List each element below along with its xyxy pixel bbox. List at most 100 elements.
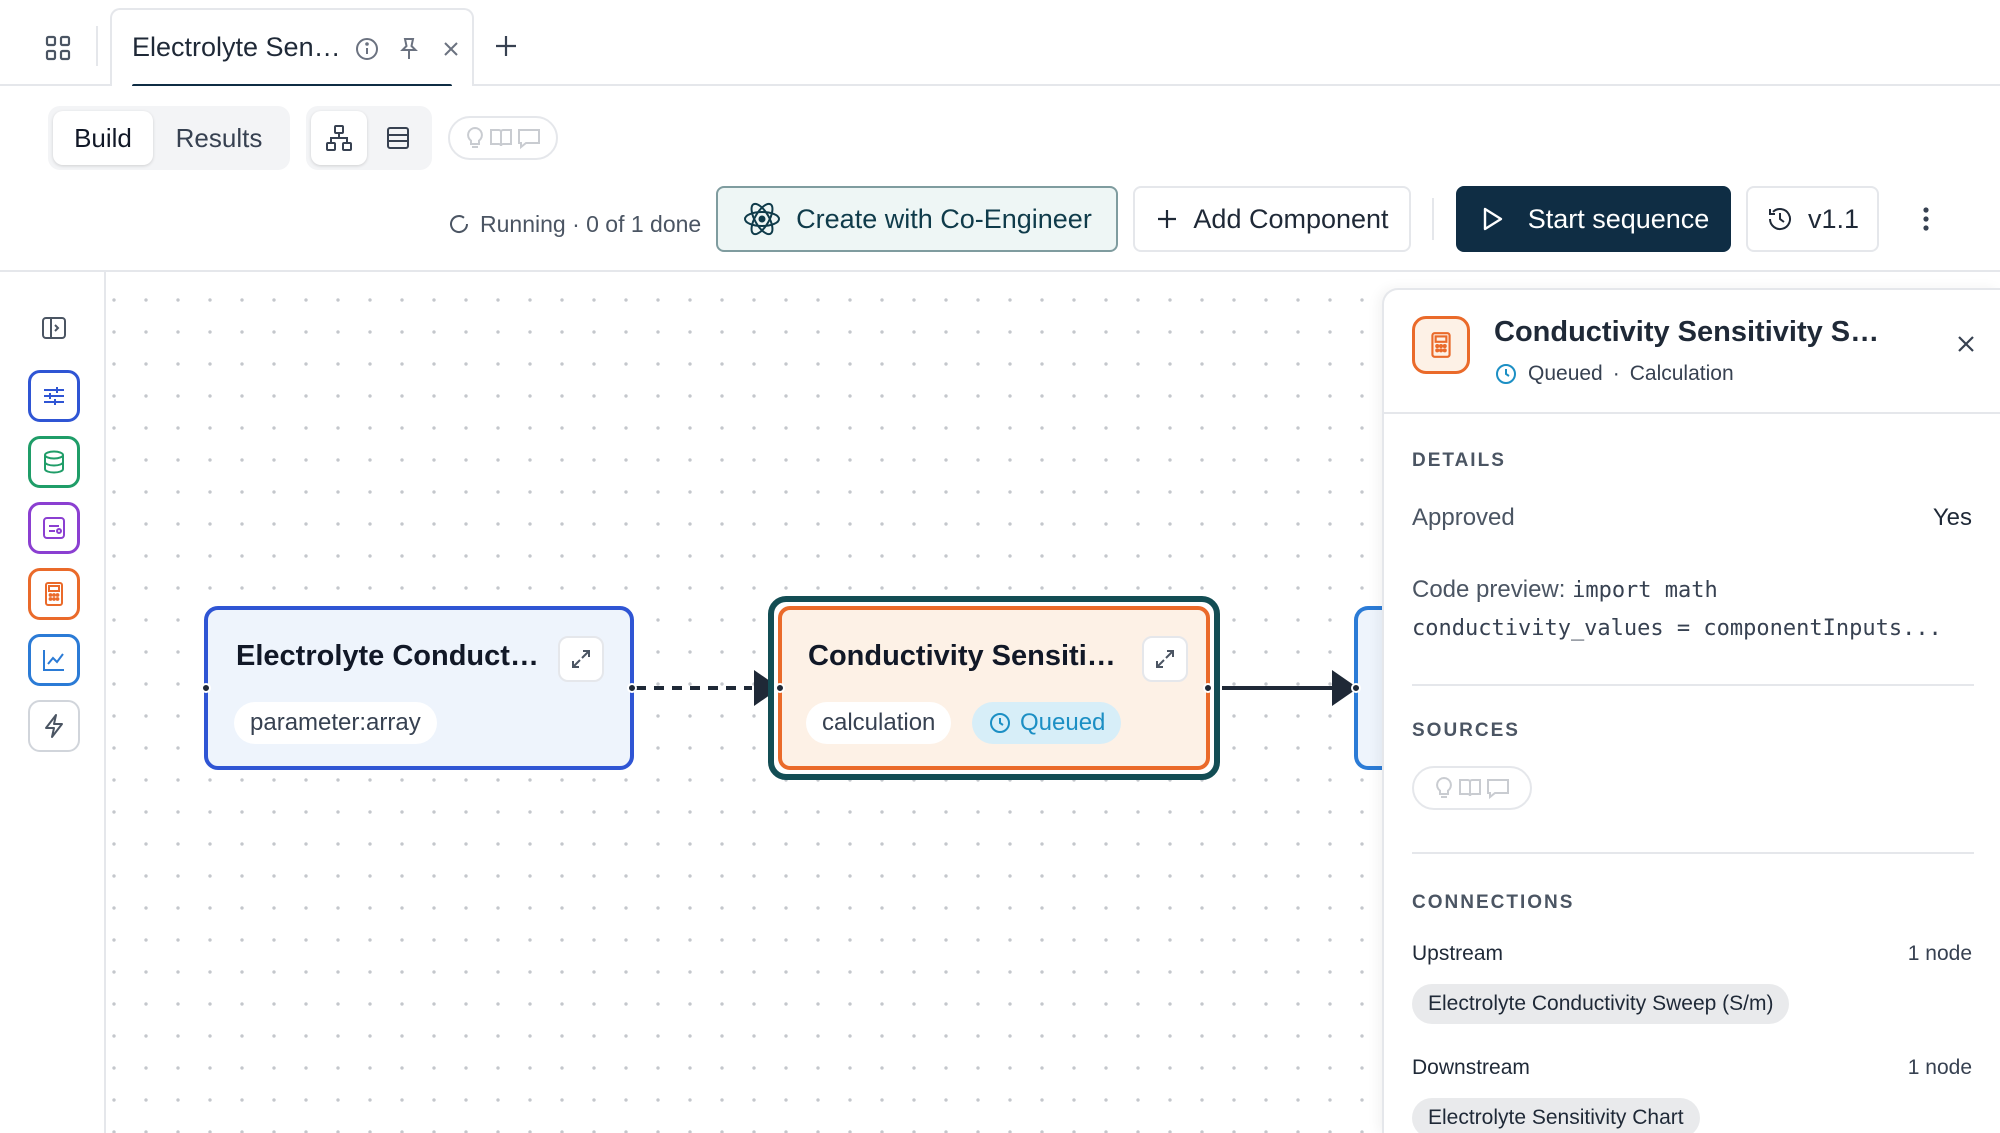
info-icon[interactable] — [352, 34, 382, 64]
node-type-tag: parameter:array — [234, 702, 437, 744]
model-icon — [43, 517, 65, 539]
atom-icon — [744, 202, 781, 236]
book-icon — [1459, 779, 1481, 797]
code-preview-label: Code preview: — [1412, 576, 1573, 603]
input-handle[interactable] — [775, 683, 785, 693]
history-icon — [1768, 208, 1791, 231]
panel-header: Conductivity Sensitivity S… Queued · Cal… — [1384, 290, 2000, 414]
input-handle[interactable] — [201, 683, 211, 693]
toolbar: Build Results Running · 0 of 1 done Crea… — [0, 86, 2000, 272]
approved-label: Approved — [1412, 504, 1515, 531]
divider — [1412, 684, 1974, 686]
model-tool-button[interactable] — [28, 502, 80, 554]
lightbulb-icon — [467, 126, 483, 148]
sidebar-toggle-icon[interactable] — [38, 312, 70, 344]
toolbar-divider — [1432, 198, 1434, 240]
node-type-tag: calculation — [806, 702, 952, 744]
close-tab-icon[interactable] — [436, 34, 466, 64]
results-mode-button[interactable]: Results — [156, 111, 282, 165]
coengineer-label: Create with Co-Engineer — [796, 203, 1092, 234]
apps-grid-icon[interactable] — [40, 30, 76, 66]
version-history-button[interactable]: v1.1 — [1746, 186, 1879, 252]
more-options-icon[interactable] — [1906, 186, 1946, 252]
expand-icon[interactable] — [558, 636, 604, 682]
downstream-count: 1 node — [1907, 1056, 1972, 1079]
downstream-label: Downstream — [1412, 1056, 1530, 1079]
panel-title: Conductivity Sensitivity S… — [1494, 316, 1880, 348]
mode-switch: Build Results — [48, 106, 290, 170]
panel-type: Calculation — [1629, 362, 1734, 385]
add-tab-button[interactable] — [488, 28, 524, 64]
run-status: Running · 0 of 1 done — [448, 204, 701, 244]
status-badge-text: Queued — [1020, 709, 1106, 736]
sources-pill[interactable] — [1412, 766, 1532, 810]
details-heading: DETAILS — [1412, 450, 1506, 471]
create-with-coengineer-button[interactable]: Create with Co-Engineer — [716, 186, 1118, 252]
view-switch — [306, 106, 432, 170]
version-label: v1.1 — [1807, 203, 1860, 234]
code-line-2: conductivity_values = componentInputs... — [1412, 616, 1942, 641]
calculation-node-body: Conductivity Sensiti… calculation Queued — [775, 606, 1213, 770]
calculation-tool-button[interactable] — [28, 568, 80, 620]
output-handle[interactable] — [627, 683, 637, 693]
clock-icon — [1496, 364, 1516, 384]
trigger-tool-button[interactable] — [28, 700, 80, 752]
comment-icon — [518, 129, 540, 150]
calculation-node[interactable]: Conductivity Sensiti… calculation Queued — [768, 596, 1220, 780]
start-sequence-button[interactable]: Start sequence — [1456, 186, 1731, 252]
tab-title: Electrolyte Sen… — [132, 32, 341, 62]
data-tool-button[interactable] — [28, 436, 80, 488]
upstream-node-chip[interactable]: Electrolyte Conductivity Sweep (S/m) — [1412, 984, 1790, 1024]
parameter-tool-button[interactable] — [28, 370, 80, 422]
start-sequence-label: Start sequence — [1527, 203, 1710, 234]
divider — [1412, 852, 1974, 854]
add-component-button[interactable]: Add Component — [1133, 186, 1411, 252]
graph-view-button[interactable] — [311, 111, 367, 165]
sources-heading: SOURCES — [1412, 720, 1520, 741]
sliders-icon — [44, 387, 64, 405]
tab-electrolyte[interactable]: Electrolyte Sen… — [110, 8, 474, 88]
hints-pill[interactable] — [448, 116, 558, 160]
status-badge: Queued — [972, 702, 1122, 744]
spinner-icon — [450, 215, 469, 233]
calculator-icon — [45, 582, 63, 606]
approved-value: Yes — [1932, 504, 1972, 531]
node-title: Electrolyte Conduct… — [236, 640, 539, 672]
calculator-icon — [1412, 316, 1470, 374]
run-status-text: Running · 0 of 1 done — [480, 210, 702, 237]
close-panel-icon[interactable] — [1948, 326, 1984, 362]
build-mode-button[interactable]: Build — [53, 111, 153, 165]
add-component-label: Add Component — [1193, 203, 1389, 234]
tab-bar: Electrolyte Sen… — [0, 0, 2000, 88]
input-handle[interactable] — [1351, 683, 1361, 693]
component-rail — [0, 272, 106, 1133]
clock-icon — [990, 713, 1010, 733]
node-title: Conductivity Sensiti… — [808, 640, 1116, 672]
upstream-count: 1 node — [1907, 942, 1972, 965]
chart-tool-button[interactable] — [28, 634, 80, 686]
play-icon — [1483, 207, 1502, 231]
panel-subtitle-separator: · — [1612, 362, 1620, 385]
plus-icon — [1158, 210, 1177, 228]
connections-heading: CONNECTIONS — [1412, 892, 1575, 913]
comment-icon — [1487, 779, 1509, 800]
code-preview: Code preview: import math — [1412, 576, 1718, 604]
database-icon — [44, 450, 64, 474]
lightning-icon — [45, 714, 63, 738]
panel-status: Queued — [1528, 362, 1603, 385]
tab-divider — [96, 26, 98, 66]
upstream-label: Upstream — [1412, 942, 1504, 965]
table-icon — [387, 127, 409, 149]
code-line-1: import math — [1572, 578, 1718, 603]
output-handle[interactable] — [1203, 683, 1213, 693]
line-chart-icon — [43, 650, 64, 671]
pin-icon[interactable] — [394, 34, 424, 64]
downstream-node-chip[interactable]: Electrolyte Sensitivity Chart — [1412, 1098, 1700, 1133]
expand-icon[interactable] — [1142, 636, 1188, 682]
parameter-node[interactable]: Electrolyte Conduct… parameter:array — [201, 606, 637, 770]
node-details-panel: Conductivity Sensitivity S… Queued · Cal… — [1382, 288, 2000, 1133]
lightbulb-icon — [1436, 776, 1452, 798]
panel-subtitle: Queued · Calculation — [1494, 362, 1734, 386]
book-icon — [490, 129, 512, 147]
table-view-button[interactable] — [370, 111, 426, 165]
